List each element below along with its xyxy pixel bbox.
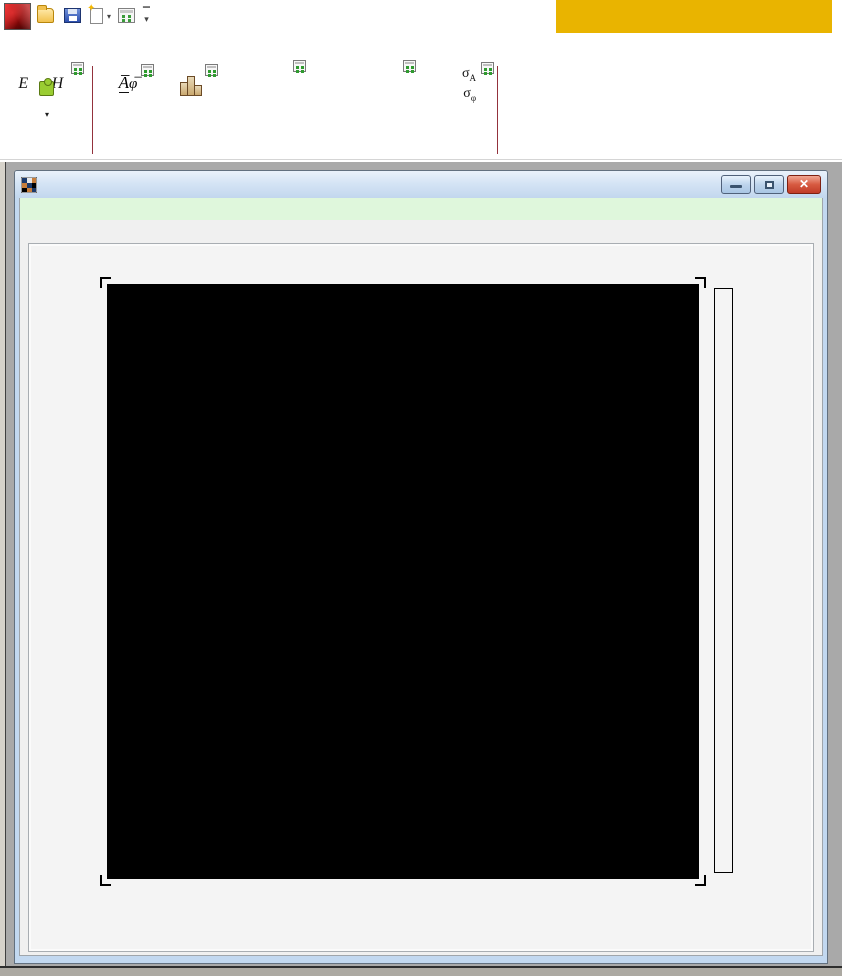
maximum-position-value-button[interactable] [222, 64, 334, 106]
minimum-position-value-button[interactable] [334, 64, 442, 106]
mini-data-array-icon [141, 64, 154, 76]
min-icon [334, 64, 442, 104]
average-icon: A̅φ̅ [96, 64, 160, 104]
restore-button[interactable] [754, 175, 784, 194]
plot-corner-mark [695, 277, 706, 288]
application: ▾ ▔▾ E⃗ H⃗ ▾ A̅φ̅ [0, 0, 842, 976]
mini-data-array-icon [293, 60, 306, 72]
plot-corner-mark [100, 277, 111, 288]
save-icon[interactable] [64, 8, 81, 23]
document-tab-strip [20, 220, 822, 243]
field-monitor-window: ✕ [14, 170, 828, 964]
colorbar [714, 288, 733, 873]
a-bar-glyph: A̅ [119, 73, 129, 93]
button-label: ▾ [2, 106, 92, 122]
ribbon: E⃗ H⃗ ▾ A̅φ̅ [0, 62, 842, 160]
apply-detector-addon-button[interactable]: E⃗ H⃗ ▾ [2, 64, 92, 122]
quick-access-toolbar: ▾ ▔▾ [0, 0, 842, 35]
histogram-icon [160, 64, 222, 104]
plot-corner-mark [695, 875, 706, 886]
group-divider [92, 66, 93, 154]
close-button[interactable]: ✕ [787, 175, 821, 194]
h-field-glyph: H⃗ [52, 75, 76, 93]
window-content [19, 198, 823, 956]
contextual-group-header [556, 0, 832, 33]
e-field-glyph: E⃗ [18, 75, 40, 93]
scatter-dots [107, 284, 699, 879]
mini-data-array-icon [403, 60, 416, 72]
diagram-panel [28, 243, 814, 952]
ribbon-tab-row [0, 35, 842, 62]
puzzle-piece-icon [39, 81, 54, 96]
detector-addon-icon: E⃗ H⃗ [2, 64, 92, 104]
max-icon [222, 64, 334, 104]
close-icon: ✕ [788, 177, 820, 191]
mini-data-array-icon [71, 62, 84, 74]
customize-quick-access-icon[interactable]: ▔▾ [143, 9, 150, 23]
new-document-dropdown-icon[interactable]: ▾ [107, 12, 111, 21]
field-info-bar [20, 198, 822, 220]
mdi-left-edge [0, 162, 6, 976]
window-titlebar[interactable]: ✕ [15, 171, 827, 198]
complex-histogram-button[interactable] [160, 64, 222, 106]
mini-data-array-icon [205, 64, 218, 76]
app-logo [4, 3, 31, 30]
group-divider [497, 66, 498, 154]
data-point-average-button[interactable]: A̅φ̅ [96, 64, 160, 106]
standard-deviation-button[interactable]: σA σφ [442, 64, 496, 106]
mini-data-array-icon [481, 62, 494, 74]
status-area [0, 968, 842, 976]
open-icon[interactable] [37, 8, 54, 23]
minimize-button[interactable] [721, 175, 751, 194]
mdi-background: ✕ [0, 162, 842, 976]
sigma-icon: σA σφ [442, 64, 496, 104]
data-array-window-icon[interactable] [118, 8, 135, 23]
new-document-icon[interactable] [90, 8, 103, 24]
phi-glyph: φ̅ [129, 76, 137, 92]
plot-corner-mark [100, 875, 111, 886]
plot-area [107, 284, 699, 879]
window-icon [21, 177, 37, 193]
ribbon-bottom-border [0, 159, 842, 160]
